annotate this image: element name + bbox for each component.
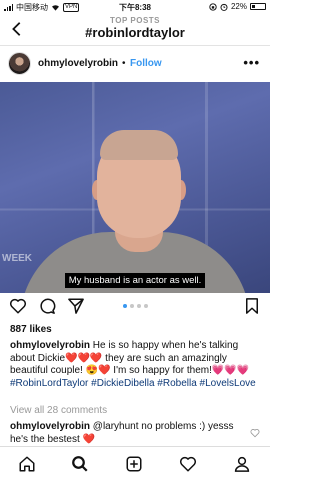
post-username[interactable]: ohmylovelyrobin <box>38 58 118 69</box>
separator-dot: • <box>122 58 126 69</box>
status-bar: 中国移动 VPN 下午8:38 22% <box>0 0 270 14</box>
page-title: #robinlordtaylor <box>85 25 185 40</box>
tv-logo: WEEK <box>2 253 32 264</box>
post-photo[interactable]: WEEK My husband is an actor as well. <box>0 82 270 293</box>
carousel-dot <box>143 304 148 308</box>
top-header: TOP POSTS #robinlordtaylor <box>0 14 270 46</box>
header-subtitle: TOP POSTS <box>110 16 160 25</box>
home-icon[interactable] <box>18 455 36 473</box>
likes-count[interactable]: 887 likes <box>10 324 52 335</box>
caption-hashtags[interactable]: #RobinLordTaylor #DickieDibella #Robella… <box>10 378 256 389</box>
post-header: ohmylovelyrobin • Follow ••• <box>0 49 270 79</box>
avatar[interactable] <box>8 52 31 75</box>
profile-icon[interactable] <box>233 455 251 473</box>
more-icon[interactable]: ••• <box>243 55 260 70</box>
video-subtitle: My husband is an actor as well. <box>64 273 206 288</box>
carousel-dot <box>129 304 134 308</box>
caption-username[interactable]: ohmylovelyrobin <box>10 340 90 351</box>
add-icon[interactable] <box>125 455 143 473</box>
follow-button[interactable]: Follow <box>130 58 162 69</box>
view-all-comments-link[interactable]: View all 28 comments <box>10 405 107 416</box>
carousel-indicator <box>0 304 270 308</box>
comment-like-icon[interactable] <box>250 428 260 438</box>
comment-username[interactable]: ohmylovelyrobin <box>10 421 90 432</box>
alarm-icon <box>220 3 228 11</box>
carousel-dot <box>136 304 141 308</box>
search-icon[interactable] <box>71 455 89 473</box>
lock-rotation-icon <box>209 2 217 11</box>
carousel-dot <box>122 304 127 308</box>
bottom-nav <box>0 446 270 480</box>
post-caption: ohmylovelyrobin He is so happy when he's… <box>10 340 264 390</box>
comment-item: ohmylovelyrobin @laryhunt no problems :)… <box>10 421 245 446</box>
battery-fill <box>252 5 255 8</box>
activity-heart-icon[interactable] <box>179 455 197 473</box>
battery-icon <box>250 3 266 10</box>
battery-percent: 22% <box>230 2 247 11</box>
